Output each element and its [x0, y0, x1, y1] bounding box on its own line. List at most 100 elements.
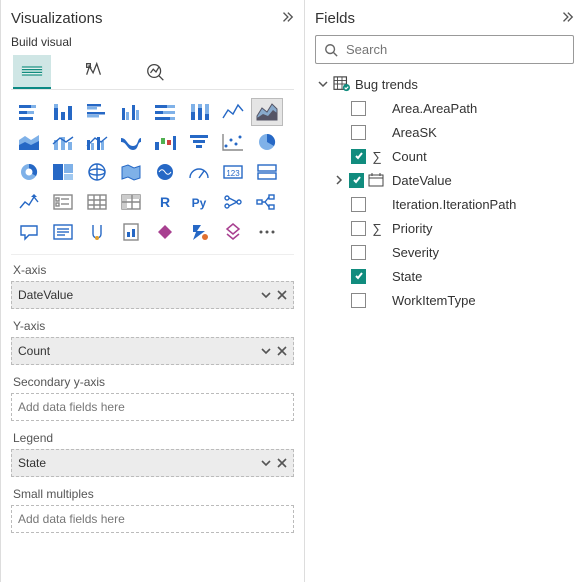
viz-card[interactable]: 123 — [217, 158, 249, 186]
viz-tabs — [11, 53, 294, 90]
checkbox[interactable] — [351, 101, 366, 116]
field-State[interactable]: State — [315, 264, 574, 288]
field-Severity[interactable]: Severity — [315, 240, 574, 264]
remove-icon[interactable] — [277, 346, 287, 356]
viz-stacked-bar-h[interactable] — [13, 98, 45, 126]
calendar-icon — [368, 173, 384, 187]
viz-matrix[interactable] — [115, 188, 147, 216]
viz-100-stacked-bar-h[interactable] — [149, 98, 181, 126]
viz-clustered-bar-h[interactable] — [81, 98, 113, 126]
viz-decomposition-tree[interactable] — [251, 188, 283, 216]
viz-multi-row-card[interactable] — [251, 158, 283, 186]
field-DateValue[interactable]: DateValue — [315, 168, 574, 192]
viz-slicer[interactable] — [47, 188, 79, 216]
well-y-axis-box[interactable]: Count — [11, 337, 294, 365]
field-label: WorkItemType — [392, 293, 476, 308]
field-label: Area.AreaPath — [392, 101, 477, 116]
checkbox[interactable] — [351, 221, 366, 236]
checkbox[interactable] — [349, 173, 364, 188]
viz-scatter[interactable] — [217, 128, 249, 156]
viz-power-apps[interactable] — [149, 218, 181, 246]
well-y-axis: Y-axis Count — [11, 319, 294, 365]
tab-analytics[interactable] — [137, 55, 175, 89]
viz-key-influencers[interactable] — [217, 188, 249, 216]
well-legend-box[interactable]: State — [11, 449, 294, 477]
viz-100-stacked-bar-v[interactable] — [183, 98, 215, 126]
checkbox[interactable] — [351, 269, 366, 284]
viz-table[interactable] — [81, 188, 113, 216]
well-small-multiples: Small multiples Add data fields here — [11, 487, 294, 533]
svg-text:Py: Py — [192, 196, 207, 210]
field-AreaSK[interactable]: AreaSK — [315, 120, 574, 144]
viz-get-more-visuals[interactable] — [217, 218, 249, 246]
collapse-fields-button[interactable] — [560, 10, 574, 27]
viz-power-automate[interactable] — [183, 218, 215, 246]
chevron-down-icon[interactable] — [261, 346, 271, 356]
checkbox[interactable] — [351, 125, 366, 140]
field-Priority[interactable]: ∑Priority — [315, 216, 574, 240]
viz-line-clustered-column[interactable] — [81, 128, 113, 156]
chevron-down-icon[interactable] — [261, 458, 271, 468]
viz-treemap[interactable] — [47, 158, 79, 186]
viz-donut[interactable] — [13, 158, 45, 186]
field-list: Area.AreaPath AreaSK ∑Count DateValue Iterat… — [315, 96, 574, 312]
well-x-axis: X-axis DateValue — [11, 263, 294, 309]
remove-icon[interactable] — [277, 290, 287, 300]
viz-r-visual[interactable]: R — [149, 188, 181, 216]
viz-line-chart[interactable] — [217, 98, 249, 126]
viz-clustered-bar-v[interactable] — [115, 98, 147, 126]
search-box[interactable] — [315, 35, 574, 64]
viz-pie[interactable] — [251, 128, 283, 156]
viz-paginated-report[interactable] — [115, 218, 147, 246]
field-Count[interactable]: ∑Count — [315, 144, 574, 168]
chevron-right-icon[interactable] — [333, 174, 345, 186]
viz-smart-narrative[interactable] — [47, 218, 79, 246]
well-secondary-y-axis: Secondary y-axis Add data fields here — [11, 375, 294, 421]
chevron-down-icon[interactable] — [261, 290, 271, 300]
viz-ribbon-chart[interactable] — [115, 128, 147, 156]
table-row-bug-trends[interactable]: Bug trends — [315, 72, 574, 96]
search-input[interactable] — [344, 41, 565, 58]
chevron-down-icon[interactable] — [317, 78, 329, 90]
fields-header: Fields — [315, 8, 574, 35]
viz-stacked-area[interactable] — [13, 128, 45, 156]
checkbox[interactable] — [351, 293, 366, 308]
checkbox[interactable] — [351, 245, 366, 260]
viz-gauge[interactable] — [183, 158, 215, 186]
checkbox[interactable] — [351, 149, 366, 164]
well-x-axis-box[interactable]: DateValue — [11, 281, 294, 309]
viz-waterfall[interactable] — [149, 128, 181, 156]
field-label: DateValue — [392, 173, 452, 188]
collapse-viz-button[interactable] — [280, 10, 294, 27]
viz-azure-map[interactable] — [149, 158, 181, 186]
remove-icon[interactable] — [277, 458, 287, 468]
checkbox[interactable] — [351, 197, 366, 212]
fields-title: Fields — [315, 10, 355, 27]
viz-stacked-bar-v[interactable] — [47, 98, 79, 126]
viz-area-chart[interactable] — [251, 98, 283, 126]
tab-format-visual[interactable] — [75, 55, 113, 89]
field-Area-AreaPath[interactable]: Area.AreaPath — [315, 96, 574, 120]
viz-py-visual[interactable]: Py — [183, 188, 215, 216]
viz-header: Visualizations — [11, 8, 294, 35]
viz-map[interactable] — [81, 158, 113, 186]
well-secondary-box[interactable]: Add data fields here — [11, 393, 294, 421]
svg-text:123: 123 — [226, 169, 240, 178]
field-Iteration-IterationPath[interactable]: Iteration.IterationPath — [315, 192, 574, 216]
field-label: Severity — [392, 245, 439, 260]
field-label: Priority — [392, 221, 432, 236]
viz-qa-visual[interactable] — [13, 218, 45, 246]
field-label: AreaSK — [392, 125, 437, 140]
tab-build-visual[interactable] — [13, 55, 51, 89]
well-small-box[interactable]: Add data fields here — [11, 505, 294, 533]
viz-goals[interactable] — [81, 218, 113, 246]
viz-funnel[interactable] — [183, 128, 215, 156]
field-label: Iteration.IterationPath — [392, 197, 516, 212]
fields-panel: Fields Bug trends Area.AreaPath AreaSK ∑Co… — [304, 0, 584, 582]
viz-more-options[interactable] — [251, 218, 283, 246]
viz-kpi[interactable] — [13, 188, 45, 216]
viz-filled-map[interactable] — [115, 158, 147, 186]
viz-line-stacked-column[interactable] — [47, 128, 79, 156]
visualizations-panel: Visualizations Build visual 123RPy X-axi… — [0, 0, 304, 582]
field-WorkItemType[interactable]: WorkItemType — [315, 288, 574, 312]
